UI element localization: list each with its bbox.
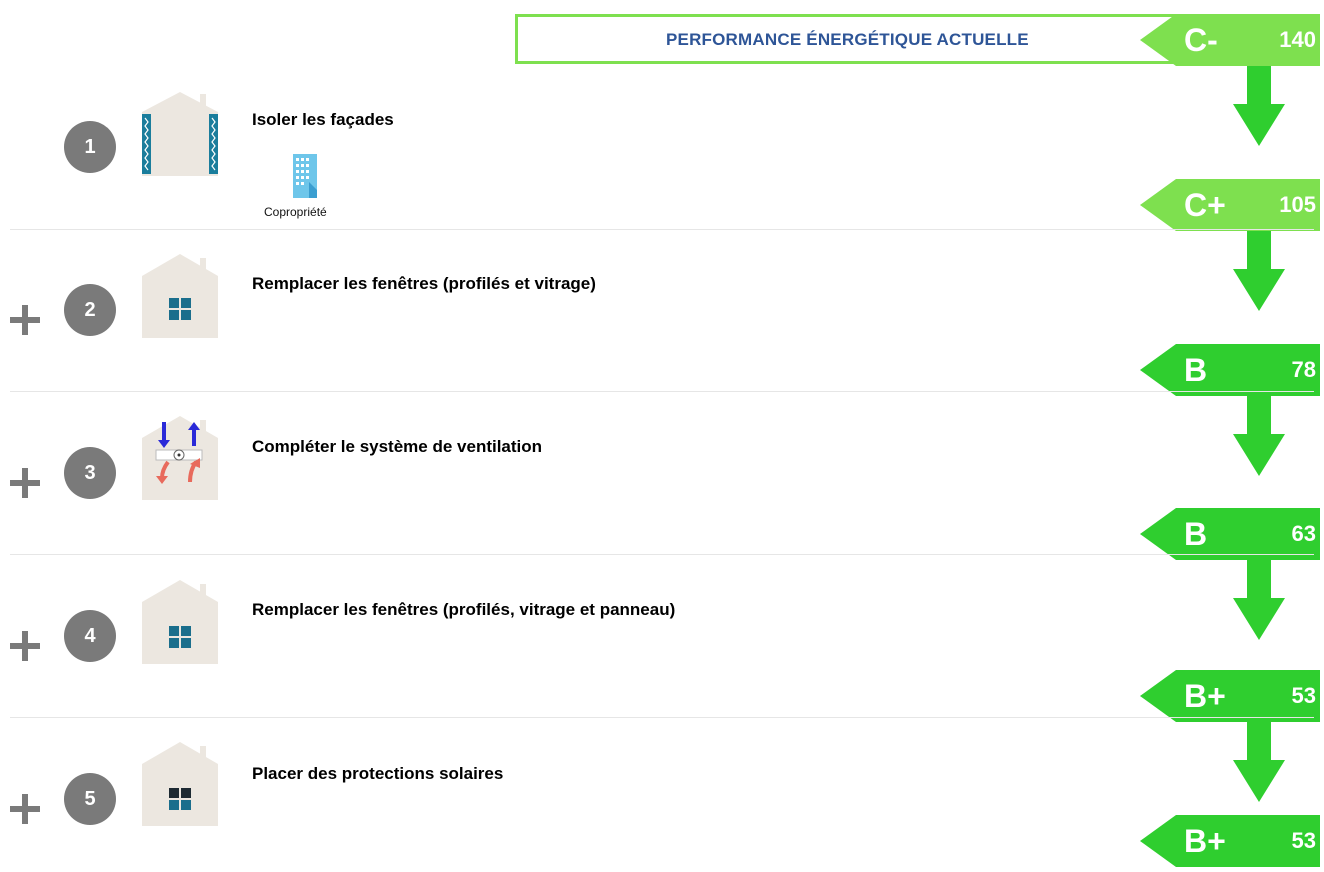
energy-value: 105 [1279,192,1316,217]
energy-label-step-4: B+ 53 [1140,670,1320,722]
energy-label-step-5: B+ 53 [1140,815,1320,867]
plus-icon [10,468,40,498]
step-number: 4 [64,610,116,662]
step-number: 5 [64,773,116,825]
energy-grade: B [1184,352,1208,388]
energy-grade: B [1184,516,1208,552]
down-arrow-icon [1233,396,1285,476]
energy-value: 140 [1279,27,1316,52]
energy-label-step-2: B 78 [1140,344,1320,396]
house-ventilation-icon [142,416,218,500]
step-number: 2 [64,284,116,336]
energy-grade: C- [1184,22,1218,58]
step-divider [10,229,1314,230]
step-title: Placer des protections solaires [252,764,504,783]
step-title: Remplacer les fenêtres (profilés, vitrag… [252,600,676,619]
house-window-icon [142,580,218,664]
step-title: Remplacer les fenêtres (profilés et vitr… [252,274,596,293]
step-number: 3 [64,447,116,499]
energy-label-step-3: B 63 [1140,508,1320,560]
plus-icon [10,305,40,335]
energy-grade: B+ [1184,678,1226,714]
house-facade-insulation-icon [142,92,218,176]
house-window-icon [142,254,218,338]
energy-label-step-1: C+ 105 [1140,179,1320,231]
plus-icon [10,794,40,824]
step-title: Isoler les façades [252,110,394,129]
down-arrow-icon [1233,560,1285,640]
energy-label-current: C- 140 [1140,14,1320,66]
plus-icon [10,631,40,661]
energy-value: 78 [1291,357,1316,382]
current-performance-title: PERFORMANCE ÉNERGÉTIQUE ACTUELLE [666,30,1029,49]
step-divider [10,554,1314,555]
step-number: 1 [64,121,116,173]
energy-grade: C+ [1184,187,1226,223]
down-arrow-icon [1233,722,1285,802]
down-arrow-icon [1233,66,1285,146]
down-arrow-icon [1233,231,1285,311]
step-divider [10,391,1314,392]
energy-value: 63 [1291,521,1316,546]
house-solar-protection-icon [142,742,218,826]
step-title: Compléter le système de ventilation [252,437,543,456]
energy-grade: B+ [1184,823,1226,859]
building-icon [293,154,317,198]
energy-value: 53 [1291,828,1316,853]
copropriete-label: Copropriété [264,205,327,219]
step-divider [10,717,1314,718]
energy-value: 53 [1291,683,1316,708]
